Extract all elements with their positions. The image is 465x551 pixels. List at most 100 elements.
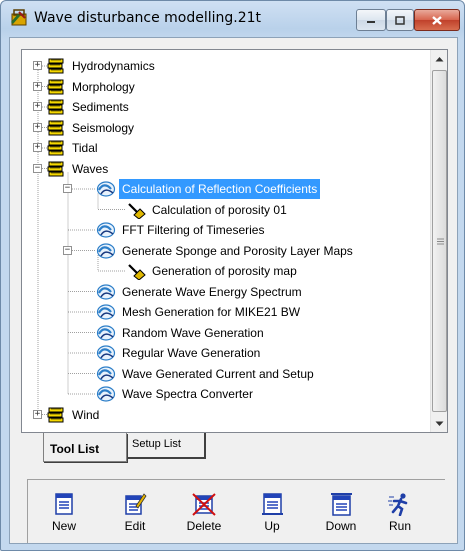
tree-tool[interactable]: − Generate Sponge and Porosity Layer Maps [22, 241, 429, 261]
delete-label: Delete [186, 519, 222, 533]
client-area: + Hydrodynamics + Morphology + Sediments + Seis… [9, 37, 458, 544]
expand-icon[interactable]: + [33, 143, 42, 152]
tab-setup-list[interactable]: Setup List [125, 433, 206, 459]
tree-item-label: Calculation of Reflection Coefficients [119, 179, 321, 199]
tree-item-label: Random Wave Generation [122, 325, 264, 340]
wave-tool-icon [96, 324, 116, 341]
book-stack-icon [47, 99, 64, 115]
title-bar[interactable]: Wave disturbance modelling.21t [1, 1, 464, 37]
up-button[interactable]: Up [244, 483, 300, 541]
collapse-icon[interactable]: − [63, 245, 72, 255]
hammer-icon [128, 202, 146, 219]
expand-icon[interactable]: + [33, 102, 42, 111]
book-stack-icon [47, 58, 64, 74]
new-label: New [51, 519, 76, 533]
tree-item-label: Generate Sponge and Porosity Layer Maps [122, 243, 353, 258]
tree-tool[interactable]: Mesh Generation for MIKE21 BW [22, 302, 429, 322]
tree-tool[interactable]: Random Wave Generation [22, 323, 429, 343]
grip-icon [437, 238, 444, 245]
maximize-button[interactable] [386, 9, 414, 31]
minimize-button[interactable] [356, 9, 386, 31]
tab-tool-list[interactable]: Tool List [43, 433, 127, 462]
wave-tool-icon [96, 222, 116, 238]
close-button[interactable] [414, 9, 460, 31]
tree-tool[interactable]: − Calculation of Reflection Coefficients [22, 179, 429, 199]
tool-tree-panel: + Hydrodynamics + Morphology + Sediments + Seis… [21, 49, 448, 433]
window-title: Wave disturbance modelling.21t [34, 10, 262, 26]
tree-tool[interactable]: FFT Filtering of Timeseries [22, 220, 429, 240]
expand-icon[interactable]: + [33, 61, 42, 70]
tree-category[interactable]: + Seismology [22, 118, 429, 138]
wave-tool-icon [96, 345, 116, 361]
tree-item-label: Wave Generated Current and Setup [122, 366, 314, 381]
tree-item-label: Wind [72, 407, 100, 422]
tree-tool[interactable]: Regular Wave Generation [22, 343, 429, 363]
app-window: Wave disturbance modelling.21t + Hydrodyn… [0, 0, 465, 551]
vertical-scrollbar[interactable] [430, 50, 447, 432]
tree-category[interactable]: + Sediments [22, 97, 429, 117]
tree-setup[interactable]: Generation of porosity map [22, 261, 429, 281]
scroll-down-button[interactable] [431, 415, 448, 432]
tree-item-label: FFT Filtering of Timeseries [122, 223, 265, 237]
tree-category[interactable]: − Waves [22, 159, 429, 179]
wave-tool-icon [96, 283, 116, 300]
arrow-up-icon [435, 56, 444, 61]
scroll-up-button[interactable] [431, 50, 448, 67]
tree-item-label: Wave Spectra Converter [122, 387, 253, 401]
arrow-down-icon [435, 421, 444, 426]
collapse-icon[interactable]: − [33, 163, 42, 173]
run-label: Run [388, 519, 411, 533]
up-label: Up [264, 519, 280, 533]
wave-tool-icon [96, 365, 116, 382]
wave-tool-icon [96, 181, 116, 197]
tree-item-label: Calculation of porosity 01 [152, 202, 287, 217]
book-stack-icon [47, 407, 64, 422]
tree-item-label: Morphology [72, 79, 135, 94]
wave-tool-icon [96, 304, 116, 320]
tree-item-label: Hydrodynamics [72, 59, 155, 73]
down-label: Down [325, 519, 357, 533]
book-stack-icon [47, 161, 64, 176]
tree-item-label: Regular Wave Generation [122, 346, 261, 360]
new-document-icon [55, 493, 73, 515]
edit-button[interactable]: Edit [107, 483, 163, 541]
run-button[interactable]: Run [372, 483, 428, 541]
tree-tool[interactable]: Generate Wave Energy Spectrum [22, 282, 429, 302]
maximize-icon [395, 15, 405, 25]
tree-item-label: Sediments [72, 100, 129, 114]
edit-label: Edit [124, 519, 146, 533]
running-man-icon [388, 493, 408, 516]
book-stack-icon [47, 120, 64, 135]
new-button[interactable]: New [36, 483, 92, 541]
delete-button[interactable]: Delete [176, 483, 232, 541]
tree-item-label: Waves [72, 161, 109, 176]
book-stack-icon [47, 140, 64, 156]
move-down-icon [331, 493, 352, 516]
expand-icon[interactable]: + [33, 81, 42, 91]
tree-item-label: Generate Wave Energy Spectrum [122, 284, 302, 299]
minimize-icon [367, 21, 375, 23]
tree-item-label: Tidal [72, 141, 98, 155]
tree-category[interactable]: + Hydrodynamics [22, 56, 429, 76]
tree-category[interactable]: + Tidal [22, 138, 429, 158]
tree-setup[interactable]: Calculation of porosity 01 [22, 200, 429, 220]
tree-category[interactable]: + Morphology [22, 77, 429, 97]
move-up-icon [262, 493, 283, 515]
collapse-icon[interactable]: − [63, 184, 72, 193]
tree-tool[interactable]: Wave Generated Current and Setup [22, 364, 429, 384]
tree-tool[interactable]: Wave Spectra Converter [22, 384, 429, 404]
tool-tree[interactable]: + Hydrodynamics + Morphology + Sediments + Seis… [22, 50, 429, 432]
tab-strip: Tool List Setup List [21, 433, 448, 463]
scroll-thumb[interactable] [432, 70, 447, 412]
close-icon [432, 15, 442, 25]
tree-category[interactable]: + Wind [22, 405, 429, 425]
wave-tool-icon [96, 386, 116, 402]
expand-icon[interactable]: + [33, 409, 42, 419]
tree-item-label: Seismology [72, 120, 135, 135]
book-stack-icon [47, 79, 64, 94]
expand-icon[interactable]: + [33, 122, 42, 132]
hammer-icon [128, 264, 146, 280]
toolbox-app-icon [11, 9, 27, 26]
delete-document-icon [192, 493, 216, 516]
down-button[interactable]: Down [313, 483, 369, 541]
